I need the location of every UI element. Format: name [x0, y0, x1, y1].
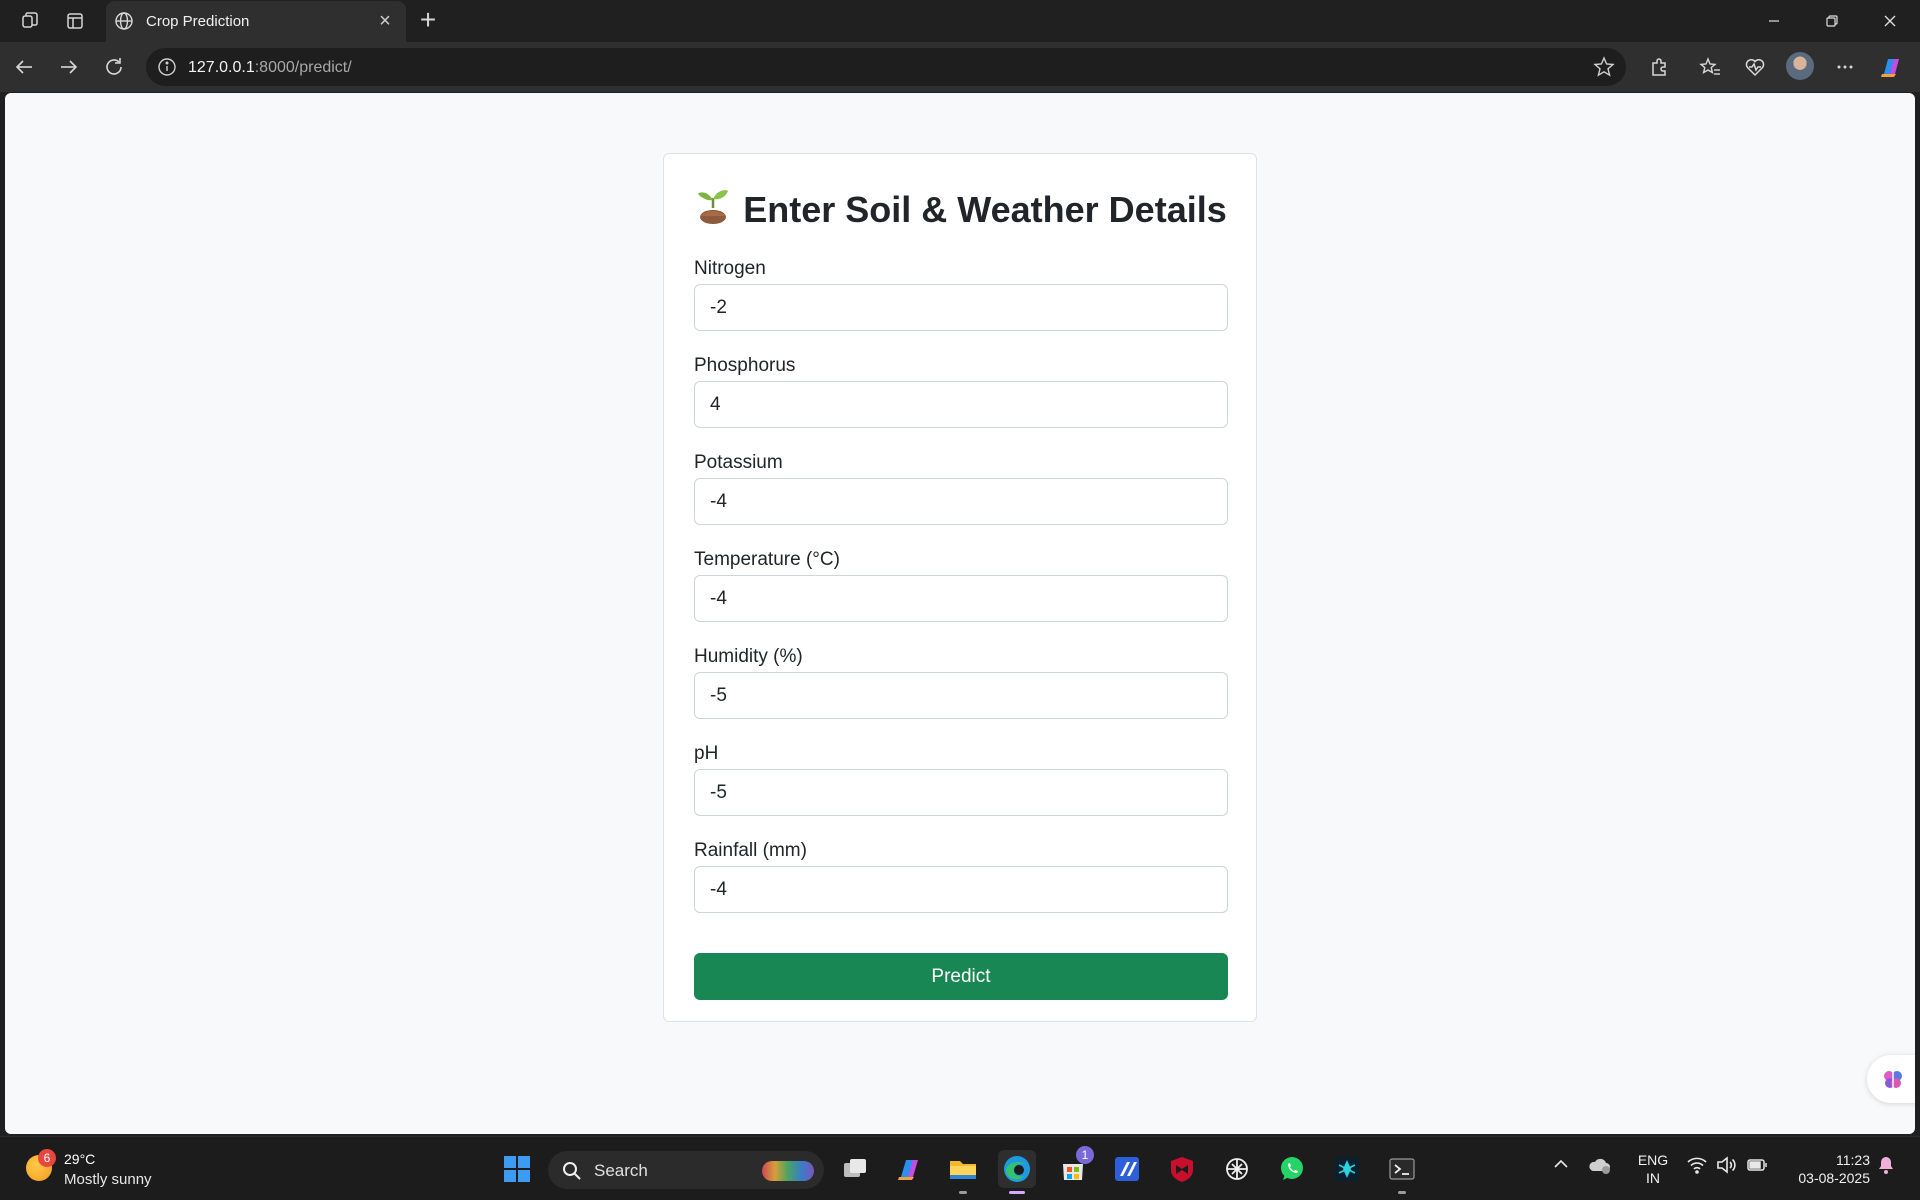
- active-tab[interactable]: Crop Prediction ×: [106, 1, 406, 42]
- task-view-icon[interactable]: [836, 1150, 874, 1188]
- more-options-icon[interactable]: [1831, 53, 1859, 81]
- field-ph: pH: [694, 743, 1228, 816]
- volume-icon[interactable]: [1715, 1155, 1737, 1180]
- clock[interactable]: 11:23 03-08-2025: [1786, 1151, 1870, 1187]
- field-temperature: Temperature (°C): [694, 549, 1228, 622]
- whatsapp-icon[interactable]: [1273, 1150, 1311, 1188]
- onedrive-icon[interactable]: [1588, 1155, 1612, 1180]
- ph-input[interactable]: [694, 769, 1228, 816]
- site-info-icon[interactable]: [156, 56, 178, 78]
- language-indicator[interactable]: ENG IN: [1636, 1151, 1670, 1187]
- extensions-icon[interactable]: [1645, 53, 1673, 81]
- form-title-text: Enter Soil & Weather Details: [743, 189, 1227, 230]
- start-button[interactable]: [498, 1150, 536, 1188]
- running-indicator: [1398, 1191, 1406, 1194]
- close-window-icon[interactable]: [1870, 6, 1910, 36]
- running-indicator: [959, 1191, 967, 1194]
- browser-essentials-icon[interactable]: [1741, 53, 1769, 81]
- minimize-icon[interactable]: [1754, 6, 1794, 36]
- phosphorus-input[interactable]: [694, 381, 1228, 428]
- field-humidity: Humidity (%): [694, 646, 1228, 719]
- temperature-input[interactable]: [694, 575, 1228, 622]
- url-text: 127.0.0.1:8000/predict/: [188, 59, 352, 76]
- page-viewport: Enter Soil & Weather Details Nitrogen Ph…: [5, 93, 1915, 1134]
- terminal-icon[interactable]: [1383, 1150, 1421, 1194]
- back-icon[interactable]: [10, 53, 38, 81]
- store-badge: 1: [1076, 1146, 1094, 1164]
- predict-button[interactable]: Predict: [694, 953, 1228, 1000]
- favorites-icon[interactable]: [1696, 53, 1724, 81]
- battery-icon[interactable]: [1746, 1155, 1768, 1180]
- potassium-input[interactable]: [694, 478, 1228, 525]
- field-phosphorus: Phosphorus: [694, 355, 1228, 428]
- chatgpt-icon[interactable]: [1218, 1150, 1256, 1188]
- clock-date: 03-08-2025: [1798, 1170, 1870, 1186]
- taskbar-search[interactable]: Search: [548, 1151, 824, 1189]
- profile-avatar[interactable]: [1786, 52, 1814, 80]
- file-explorer-icon[interactable]: [944, 1150, 982, 1194]
- potassium-label: Potassium: [694, 452, 783, 473]
- language-line1: ENG: [1637, 1152, 1669, 1168]
- rainfall-input[interactable]: [694, 866, 1228, 913]
- search-highlight-icon: [762, 1161, 814, 1181]
- microsoft-store-icon[interactable]: 1: [1054, 1146, 1094, 1188]
- prediction-form-card: Enter Soil & Weather Details Nitrogen Ph…: [663, 153, 1257, 1022]
- brain-icon: [1881, 1067, 1905, 1096]
- weather-temperature: 29°C: [64, 1151, 96, 1167]
- edge-browser-icon[interactable]: [998, 1150, 1036, 1194]
- field-potassium: Potassium: [694, 452, 1228, 525]
- weather-condition: Mostly sunny: [64, 1171, 152, 1188]
- phosphorus-label: Phosphorus: [694, 355, 796, 376]
- field-nitrogen: Nitrogen: [694, 258, 1228, 331]
- show-hidden-icons-chevron[interactable]: [1552, 1155, 1570, 1178]
- browser-tab-bar: Crop Prediction × +: [0, 0, 1920, 42]
- seedling-icon: [695, 186, 731, 233]
- search-label: Search: [594, 1161, 648, 1180]
- refresh-icon[interactable]: [100, 53, 128, 81]
- workspaces-icon[interactable]: [17, 8, 43, 34]
- vscode-icon[interactable]: [1108, 1150, 1146, 1188]
- nitrogen-label: Nitrogen: [694, 258, 766, 279]
- notification-bell-icon[interactable]: [1876, 1155, 1896, 1180]
- vertical-tabs-icon[interactable]: [62, 8, 88, 34]
- forward-icon[interactable]: [55, 53, 83, 81]
- globe-icon: [114, 11, 134, 35]
- ph-label: pH: [694, 743, 719, 764]
- temperature-label: Temperature (°C): [694, 549, 840, 570]
- field-rainfall: Rainfall (mm): [694, 840, 1228, 913]
- sidebar-assistant-widget[interactable]: [1867, 1055, 1915, 1103]
- weather-widget[interactable]: 6 29°C Mostly sunny: [24, 1149, 184, 1189]
- browser-toolbar: 127.0.0.1:8000/predict/: [0, 42, 1920, 92]
- copilot-app-icon[interactable]: [890, 1150, 928, 1188]
- tab-title: Crop Prediction: [146, 13, 250, 30]
- active-indicator: [1009, 1191, 1025, 1194]
- rainfall-label: Rainfall (mm): [694, 840, 807, 861]
- language-line2: IN: [1646, 1170, 1660, 1186]
- address-bar[interactable]: 127.0.0.1:8000/predict/: [146, 48, 1626, 86]
- clock-time: 11:23: [1836, 1152, 1870, 1168]
- wifi-icon[interactable]: [1686, 1155, 1708, 1180]
- new-tab-icon[interactable]: +: [414, 6, 442, 35]
- form-title: Enter Soil & Weather Details: [664, 186, 1258, 233]
- favorite-star-icon[interactable]: [1592, 55, 1616, 79]
- humidity-label: Humidity (%): [694, 646, 803, 667]
- weather-badge: 6: [38, 1149, 56, 1167]
- search-icon: [562, 1161, 582, 1186]
- nitrogen-input[interactable]: [694, 284, 1228, 331]
- windows-taskbar: 6 29°C Mostly sunny Search 1 ENG IN 11:2…: [0, 1136, 1920, 1200]
- mcafee-icon[interactable]: [1163, 1150, 1201, 1188]
- close-tab-icon[interactable]: ×: [374, 10, 396, 32]
- humidity-input[interactable]: [694, 672, 1228, 719]
- copilot-icon[interactable]: [1877, 53, 1905, 81]
- cursor-app-icon[interactable]: [1328, 1150, 1366, 1188]
- restore-icon[interactable]: [1812, 6, 1852, 36]
